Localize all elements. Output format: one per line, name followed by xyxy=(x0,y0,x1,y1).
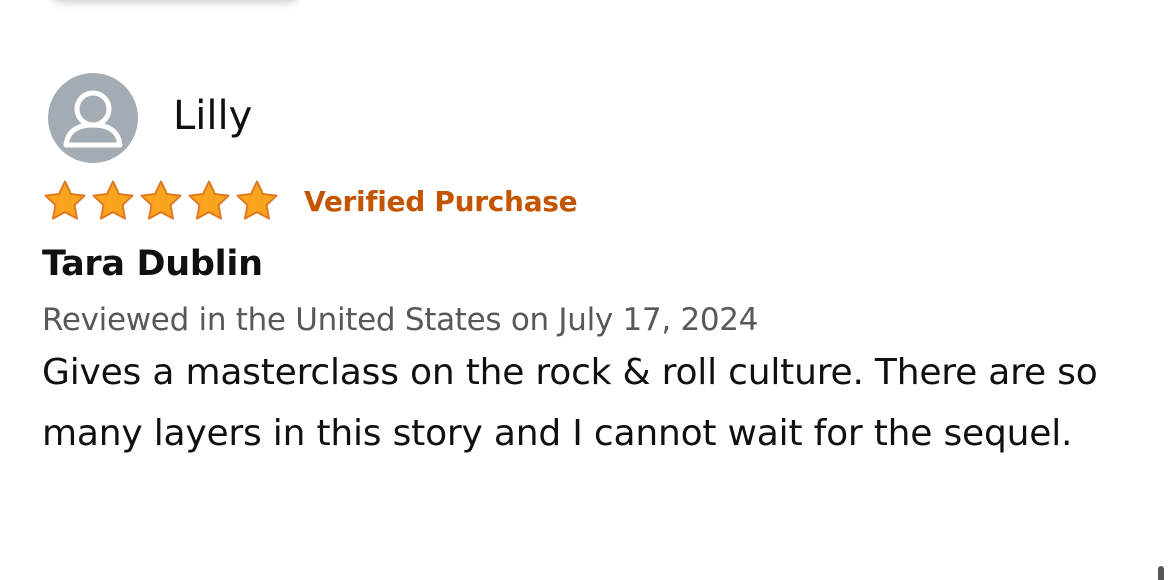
star-icon xyxy=(236,180,278,220)
star-icon xyxy=(92,180,134,220)
scrollbar-thumb[interactable] xyxy=(1158,566,1164,580)
user-silhouette-icon xyxy=(63,90,123,148)
reviewer-profile[interactable]: Lilly xyxy=(42,72,1132,164)
verified-purchase-badge: Verified Purchase xyxy=(304,184,578,218)
avatar[interactable] xyxy=(48,73,138,163)
star-icon xyxy=(140,180,182,220)
star-icon xyxy=(44,180,86,220)
star-icon xyxy=(188,180,230,220)
star-rating[interactable] xyxy=(42,178,280,224)
reviewer-name[interactable]: Lilly xyxy=(173,93,252,139)
review-meta: Reviewed in the United States on July 17… xyxy=(42,302,759,338)
review-card: Lilly Verified Purchase Tara Dublin Revi… xyxy=(42,72,1132,464)
review-body: Gives a masterclass on the rock & roll c… xyxy=(42,352,1098,454)
review-title: Tara Dublin xyxy=(42,244,263,284)
rating-row: Verified Purchase xyxy=(42,178,1132,224)
